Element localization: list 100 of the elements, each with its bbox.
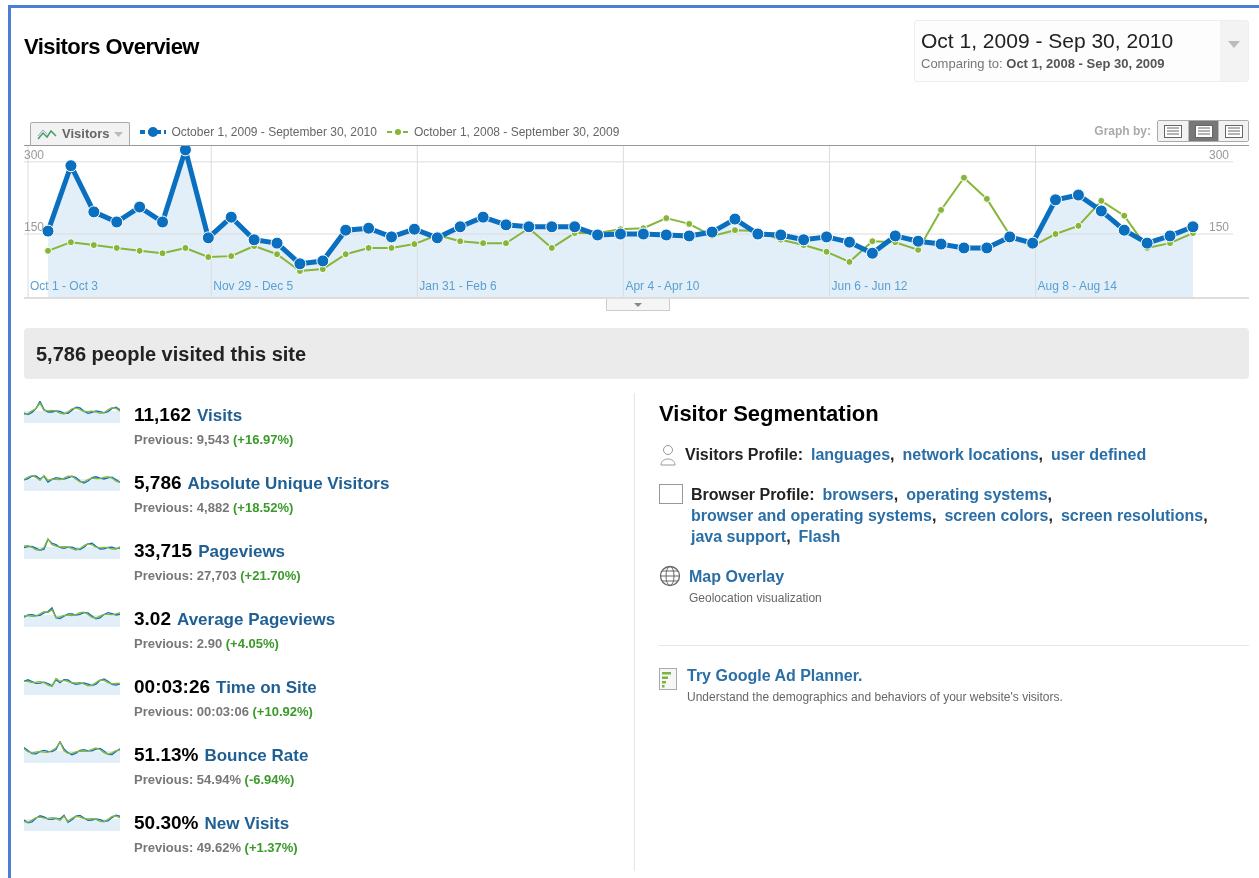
change-value: (+16.97%) (233, 431, 294, 447)
metric-value: 50.30% (134, 811, 199, 835)
caret-icon (114, 131, 124, 137)
metric-link[interactable]: New Visits (204, 811, 290, 837)
date-range-picker[interactable]: Oct 1, 2009 - Sep 30, 2010 Comparing to: Oct 1, 2008 - Sep 30, 2009 (914, 20, 1249, 82)
change-value: (-6.94%) (244, 771, 295, 787)
point (937, 205, 946, 214)
y-tick-label: 150 (24, 219, 45, 236)
point (270, 236, 284, 250)
previous-value: Previous: 2.90 (134, 635, 224, 651)
point (751, 227, 765, 241)
point (1094, 204, 1108, 218)
profile-link[interactable]: screen resolutions (1060, 505, 1204, 526)
metric-link[interactable]: Absolute Unique Visitors (187, 471, 390, 497)
separator: , (890, 445, 895, 465)
graph-by-toggle[interactable] (1158, 121, 1188, 141)
point (636, 227, 650, 241)
point (502, 239, 510, 248)
change-value: (+10.92%) (252, 703, 313, 719)
previous-value: Previous: 27,703 (134, 567, 238, 583)
metric-value: 3.02 (134, 607, 171, 631)
point (682, 229, 696, 243)
map-overlay-link[interactable]: Map Overlay (689, 565, 822, 589)
point (888, 229, 902, 243)
profile-label: Visitors Profile: (685, 445, 803, 465)
point (705, 225, 719, 239)
point (247, 233, 261, 247)
previous-value: Previous: 4,882 (134, 499, 231, 515)
x-tick-label: Aug 8 - Aug 14 (1037, 278, 1117, 295)
point (1186, 220, 1200, 234)
point (181, 243, 190, 252)
point (407, 222, 421, 236)
previous-value: Previous: 54.94% (134, 771, 242, 787)
point (1071, 188, 1085, 202)
metric-value: 00:03:26 (134, 675, 211, 699)
point (410, 240, 419, 249)
metric-link[interactable]: Time on Site (216, 675, 317, 701)
profile-link[interactable]: browsers (822, 484, 894, 505)
profile-link[interactable]: browser and operating systems (691, 505, 932, 526)
profile-link[interactable]: user defined (1051, 444, 1147, 466)
profile-link[interactable]: operating systems (906, 484, 1048, 505)
point (89, 241, 98, 250)
point (64, 159, 78, 173)
legend-label: October 1, 2008 - September 30, 2009 (413, 124, 620, 141)
x-tick-label: Oct 1 - Oct 3 (30, 278, 99, 295)
point (685, 219, 694, 228)
metric-value: 33,715 (134, 539, 193, 563)
ad-planner-link[interactable]: Try Google Ad Planner. (687, 664, 1063, 688)
point (110, 215, 124, 229)
point (1074, 221, 1083, 230)
point (868, 237, 877, 246)
caret-icon (634, 302, 642, 307)
metric-dropdown[interactable]: Visitors (30, 122, 131, 145)
metric-link[interactable]: Visits (197, 403, 243, 429)
separator: , (1038, 445, 1044, 465)
point (499, 218, 513, 232)
point (476, 210, 490, 224)
point (774, 228, 788, 242)
profile-link[interactable]: Flash (798, 526, 841, 547)
point (293, 257, 307, 271)
expand-handle[interactable] (606, 299, 670, 311)
change-value: (+21.70%) (240, 567, 301, 583)
point (385, 230, 399, 244)
point (820, 230, 834, 244)
profile-link[interactable]: network locations (902, 444, 1039, 466)
y-tick-label: 150 (1208, 219, 1229, 236)
legend-marker (386, 127, 409, 137)
point (959, 173, 968, 182)
point (364, 243, 373, 252)
previous-value: Previous: 00:03:06 (134, 703, 250, 719)
graph-by-toggle[interactable] (1218, 121, 1248, 141)
separator: , (1047, 485, 1053, 505)
metric-link[interactable]: Average Pageviews (177, 607, 336, 633)
profile-link[interactable]: java support (691, 526, 787, 547)
profile-link[interactable]: languages (810, 444, 891, 466)
point (430, 231, 444, 245)
graph-by-toggle[interactable] (1188, 121, 1218, 141)
point (156, 215, 170, 229)
separator: , (931, 506, 937, 526)
point (728, 212, 742, 226)
line-chart-icon (37, 128, 57, 140)
point (822, 247, 831, 256)
point (797, 233, 811, 247)
comparing-range: Oct 1, 2008 - Sep 30, 2009 (1006, 56, 1165, 72)
metric-link[interactable]: Pageviews (198, 539, 286, 565)
profile-link[interactable]: screen colors (944, 505, 1049, 526)
point (204, 253, 213, 262)
ad-planner-icon (659, 668, 677, 690)
point (1003, 230, 1017, 244)
metric-value: 11,162 (134, 403, 192, 427)
point (87, 205, 101, 219)
point (135, 246, 144, 255)
metric-link[interactable]: Bounce Rate (204, 743, 309, 769)
point (1117, 223, 1131, 237)
point (479, 239, 488, 248)
globe-icon (659, 565, 681, 587)
point (522, 220, 536, 234)
point (1097, 196, 1106, 205)
section-title: Visitor Segmentation (659, 400, 880, 428)
point (201, 231, 215, 245)
